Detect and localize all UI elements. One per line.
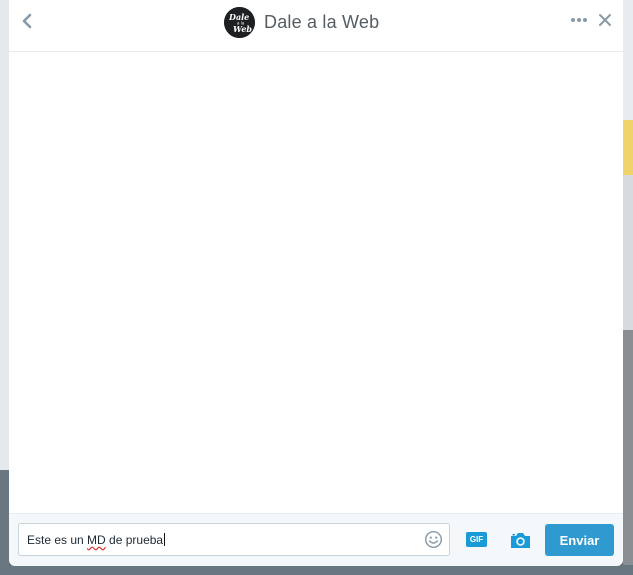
add-photo-button[interactable] (509, 531, 532, 550)
dialog-header: Dale a la Web Dale a la Web (9, 0, 623, 52)
message-composer: Este es un MD de prueba GIF Enviar (9, 513, 623, 566)
back-button[interactable] (19, 12, 35, 30)
more-dots-icon (571, 18, 587, 22)
more-options-button[interactable] (570, 13, 588, 27)
emoji-button[interactable] (424, 530, 443, 549)
background-page-right (623, 0, 633, 575)
send-button-label: Enviar (559, 532, 600, 548)
misspelled-word: MD (87, 533, 106, 547)
close-button[interactable] (598, 13, 612, 27)
message-list[interactable] (9, 52, 623, 513)
gif-button[interactable]: GIF (466, 532, 487, 547)
smiley-icon (424, 530, 443, 549)
message-text-before: Este es un (27, 533, 88, 547)
direct-message-dialog: Dale a la Web Dale a la Web Este es un M… (9, 0, 623, 566)
chevron-left-icon (22, 13, 32, 29)
svg-text:Web: Web (233, 24, 252, 34)
avatar-logo: Dale a la Web (224, 6, 255, 38)
page-title: Dale a la Web (264, 11, 380, 32)
avatar[interactable]: Dale a la Web (224, 6, 255, 38)
camera-icon (511, 533, 530, 548)
message-input-text: Este es un MD de prueba (27, 533, 166, 547)
send-button[interactable]: Enviar (545, 524, 614, 556)
text-caret (164, 533, 166, 546)
background-page-left (0, 0, 9, 575)
gif-label: GIF (469, 535, 484, 544)
message-input[interactable]: Este es un MD de prueba (18, 523, 450, 556)
message-text-after: de prueba (105, 533, 164, 547)
background-page-bottom (0, 565, 633, 575)
close-icon (599, 14, 611, 26)
conversation-title: Dale a la Web Dale a la Web (224, 6, 380, 38)
